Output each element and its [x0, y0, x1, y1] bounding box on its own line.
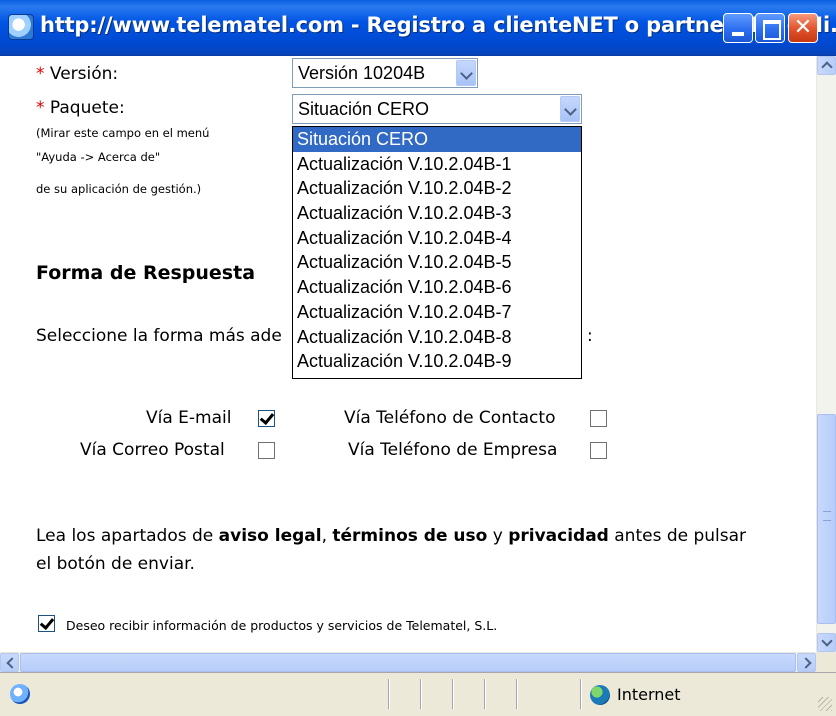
- status-divider: [452, 679, 454, 709]
- version-select-value: Versión 10204B: [298, 62, 426, 83]
- terminos-link[interactable]: términos de uso: [332, 526, 487, 546]
- dropdown-option[interactable]: Actualización V.10.2.04B-3: [293, 201, 581, 226]
- resize-grip-icon[interactable]: [818, 697, 832, 711]
- vertical-scroll-thumb[interactable]: [817, 414, 836, 624]
- aviso-legal-link[interactable]: aviso legal: [219, 526, 322, 546]
- package-label: * Paquete:: [36, 98, 125, 118]
- internet-globe-icon: [590, 685, 610, 705]
- vertical-scrollbar[interactable]: [816, 56, 836, 652]
- postal-option-label: Vía Correo Postal: [80, 440, 225, 460]
- window-title: http://www.telematel.com - Registro a cl…: [40, 13, 836, 37]
- dropdown-option[interactable]: Actualización V.10.2.04B-2: [293, 176, 581, 201]
- version-label-text: Versión:: [49, 64, 119, 84]
- legal-text: y: [487, 526, 509, 546]
- legal-notice: Lea los apartados de aviso legal, términ…: [36, 522, 796, 578]
- status-divider: [388, 679, 390, 709]
- newsletter-label: Deseo recibir información de productos y…: [66, 618, 498, 633]
- security-zone: Internet: [617, 685, 681, 704]
- close-button[interactable]: ✕: [788, 13, 818, 43]
- scroll-left-icon[interactable]: [0, 653, 19, 672]
- dropdown-option[interactable]: Actualización V.10.2.04B-1: [293, 152, 581, 177]
- page-content: * Versión: Versión 10204B * Paquete: Sit…: [0, 56, 816, 652]
- newsletter-checkbox[interactable]: [38, 615, 55, 632]
- legal-text: antes de pulsar: [608, 526, 747, 546]
- status-divider: [580, 679, 582, 709]
- required-mark: *: [36, 64, 45, 84]
- postal-checkbox[interactable]: [258, 442, 275, 459]
- dropdown-option[interactable]: Situación CERO: [293, 127, 581, 152]
- status-divider: [420, 679, 422, 709]
- horizontal-scrollbar[interactable]: [0, 652, 836, 673]
- dropdown-option[interactable]: Actualización V.10.2.04B-6: [293, 275, 581, 300]
- dropdown-option[interactable]: Actualización V.10.2.04B-8: [293, 325, 581, 350]
- status-bar: Internet: [0, 672, 836, 716]
- package-help-line2: "Ayuda -> Acerca de": [36, 150, 161, 164]
- package-dropdown-list[interactable]: Situación CERO Actualización V.10.2.04B-…: [292, 126, 582, 379]
- chevron-down-icon[interactable]: [456, 60, 476, 86]
- company-phone-checkbox[interactable]: [590, 442, 607, 459]
- section-heading: Forma de Respuesta: [36, 262, 256, 284]
- contact-phone-checkbox[interactable]: [590, 410, 607, 427]
- package-label-text: Paquete:: [49, 98, 125, 118]
- privacidad-link[interactable]: privacidad: [508, 526, 609, 546]
- title-bar: http://www.telematel.com - Registro a cl…: [0, 0, 836, 56]
- status-divider: [516, 679, 518, 709]
- close-icon: ✕: [793, 15, 813, 40]
- scroll-right-icon[interactable]: [797, 653, 816, 672]
- dropdown-option[interactable]: Actualización V.10.2.04B-9: [293, 349, 581, 374]
- status-divider: [484, 679, 486, 709]
- email-option-label: Vía E-mail: [146, 408, 232, 428]
- response-instruction-tail: :: [587, 326, 593, 346]
- dropdown-option[interactable]: Actualización V.10.2.04B-7: [293, 300, 581, 325]
- package-select-value: Situación CERO: [298, 98, 430, 119]
- horizontal-scroll-thumb[interactable]: [20, 653, 796, 672]
- contact-phone-option-label: Vía Teléfono de Contacto: [344, 408, 556, 428]
- version-label: * Versión:: [36, 64, 118, 84]
- response-instruction: Seleccione la forma más ade: [36, 326, 282, 346]
- legal-text: ,: [321, 526, 333, 546]
- package-help-line3: de su aplicación de gestión.): [36, 182, 202, 196]
- scrollbar-corner: [816, 653, 836, 673]
- ie-page-icon: [8, 14, 34, 40]
- email-checkbox[interactable]: [258, 410, 275, 427]
- scroll-up-icon[interactable]: [817, 56, 836, 75]
- company-phone-option-label: Vía Teléfono de Empresa: [348, 440, 558, 460]
- page-status-icon: [10, 684, 30, 704]
- minimize-button[interactable]: [723, 13, 753, 43]
- required-mark: *: [36, 98, 45, 118]
- legal-text: Lea los apartados de: [36, 526, 219, 546]
- legal-text-line2: el botón de enviar.: [36, 554, 195, 574]
- scroll-down-icon[interactable]: [817, 633, 836, 652]
- package-help-line1: (Mirar este campo en el menú: [36, 126, 210, 140]
- version-select[interactable]: Versión 10204B: [292, 58, 478, 88]
- package-select[interactable]: Situación CERO: [292, 94, 582, 124]
- maximize-button[interactable]: [755, 13, 785, 43]
- dropdown-option[interactable]: Actualización V.10.2.04B-4: [293, 226, 581, 251]
- dropdown-option[interactable]: Actualización V.10.2.04B-5: [293, 250, 581, 275]
- chevron-down-icon[interactable]: [560, 96, 580, 122]
